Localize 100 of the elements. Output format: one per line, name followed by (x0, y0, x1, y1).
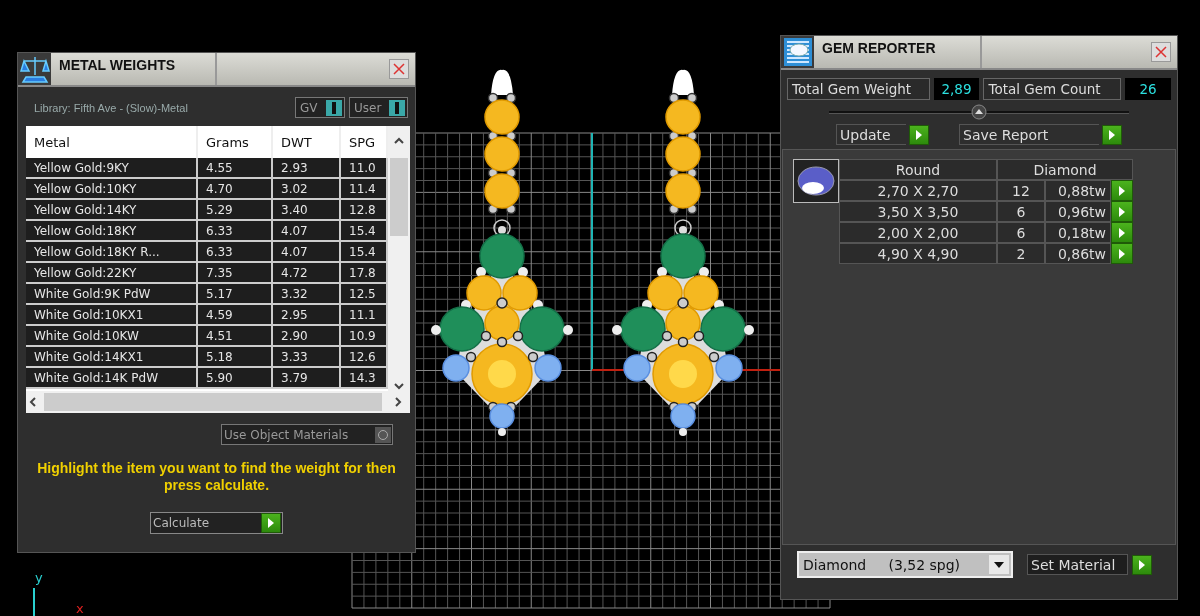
table-cell: 10.9 (341, 326, 388, 347)
table-cell: 6 (997, 222, 1045, 243)
table-cell: 14.3 (341, 368, 388, 389)
table-cell: 3,50 X 3,50 (839, 201, 997, 222)
switch-icon (389, 99, 405, 116)
table-cell: White Gold:14K PdW (26, 368, 198, 389)
table-cell: White Gold:10KW (26, 326, 198, 347)
table-cell: 0,18tw (1045, 222, 1111, 243)
table-cell: 4.51 (198, 326, 273, 347)
play-icon (915, 129, 923, 140)
column-header: Round (839, 159, 997, 180)
table-cell: 7.35 (198, 263, 273, 284)
table-cell: 2.90 (273, 326, 341, 347)
play-icon (1138, 559, 1146, 570)
table-cell: White Gold:9K PdW (26, 284, 198, 305)
table-cell: 4.70 (198, 179, 273, 200)
table-cell: 12.8 (341, 200, 388, 221)
report-icon (783, 38, 812, 66)
play-icon (1108, 129, 1116, 140)
axis-label: x (76, 601, 84, 616)
close-button[interactable] (389, 59, 409, 79)
library-label: Library: Fifth Ave - (Slow)-Metal (34, 101, 188, 114)
table-cell: 5.17 (198, 284, 273, 305)
table-cell: Yellow Gold:18KY (26, 221, 198, 242)
table-cell: 6.33 (198, 242, 273, 263)
table-cell: 12.6 (341, 347, 388, 368)
table-cell: 2 (997, 243, 1045, 264)
play-icon (1118, 185, 1126, 196)
table-cell: Yellow Gold:9KY (26, 158, 198, 179)
table-cell: 4.07 (273, 242, 341, 263)
row-arrow-button[interactable] (1111, 222, 1133, 243)
table-cell: 4.55 (198, 158, 273, 179)
table-cell: 0,96tw (1045, 201, 1111, 222)
table-cell: 2,70 X 2,70 (839, 180, 997, 201)
table-cell: 3.02 (273, 179, 341, 200)
table-cell: 12 (997, 180, 1045, 201)
table-cell: 12.5 (341, 284, 388, 305)
user-toggle[interactable]: User (349, 97, 408, 118)
table-cell: 3.40 (273, 200, 341, 221)
total-weight-label: Total Gem Weight (787, 78, 930, 100)
table-cell: Yellow Gold:14KY (26, 200, 198, 221)
table-cell: 11.4 (341, 179, 388, 200)
chevron-down-icon (393, 381, 405, 391)
close-icon (1155, 46, 1167, 58)
calculate-button[interactable]: Calculate (150, 512, 283, 534)
switch-icon (375, 426, 391, 443)
table-cell: 6 (997, 201, 1045, 222)
total-count-value: 26 (1125, 78, 1171, 100)
axis-line (33, 587, 35, 616)
gv-toggle[interactable]: GV (295, 97, 345, 118)
close-icon (393, 63, 405, 75)
vertical-scrollbar[interactable] (388, 126, 410, 391)
table-cell: 2,00 X 2,00 (839, 222, 997, 243)
table-cell: 5.90 (198, 368, 273, 389)
scale-icon (19, 55, 50, 83)
table-cell: 5.18 (198, 347, 273, 368)
table-cell: 0,88tw (1045, 180, 1111, 201)
horizontal-scrollbar[interactable] (26, 391, 410, 413)
instruction-text: Highlight the item you want to find the weight for then press calculate. (36, 460, 397, 494)
table-cell: White Gold:10KX1 (26, 305, 198, 326)
table-cell: 15.4 (341, 242, 388, 263)
row-arrow-button[interactable] (1111, 201, 1133, 222)
use-object-materials-toggle[interactable]: Use Object Materials (221, 424, 393, 445)
dropdown-caret-icon (994, 561, 1004, 568)
row-arrow-button[interactable] (1111, 243, 1133, 264)
chevron-right-icon (394, 396, 402, 408)
total-weight-value: 2,89 (933, 78, 980, 100)
table-cell: 2.93 (273, 158, 341, 179)
table-cell: 4,90 X 4,90 (839, 243, 997, 264)
table-cell: 4.72 (273, 263, 341, 284)
table-cell: 4.07 (273, 221, 341, 242)
table-cell: 4.59 (198, 305, 273, 326)
scrollbar-thumb[interactable] (44, 393, 382, 411)
scrollbar-thumb[interactable] (390, 158, 408, 236)
play-icon (267, 518, 275, 528)
switch-icon (326, 99, 342, 116)
table-cell: 2.95 (273, 305, 341, 326)
total-count-label: Total Gem Count (983, 78, 1122, 100)
close-button[interactable] (1151, 42, 1171, 62)
table-cell: 3.32 (273, 284, 341, 305)
table-cell: Yellow Gold:18KY R... (26, 242, 198, 263)
splitter-handle[interactable] (971, 104, 987, 120)
table-cell: White Gold:14KX1 (26, 347, 198, 368)
table-cell: Yellow Gold:22KY (26, 263, 198, 284)
table-cell: Yellow Gold:10KY (26, 179, 198, 200)
axis-label: y (35, 570, 43, 585)
play-icon (1118, 248, 1126, 259)
table-cell: 15.4 (341, 221, 388, 242)
table-cell: 3.33 (273, 347, 341, 368)
table-cell: 3.79 (273, 368, 341, 389)
table-cell: 17.8 (341, 263, 388, 284)
row-arrow-button[interactable] (1111, 180, 1133, 201)
play-icon (1118, 227, 1126, 238)
chevron-up-icon (393, 136, 405, 146)
table-cell: 6.33 (198, 221, 273, 242)
material-dropdown[interactable]: Diamond (3,52 spg) (797, 551, 1013, 578)
table-cell: 11.1 (341, 305, 388, 326)
play-icon (1118, 206, 1126, 217)
window-title: METAL WEIGHTS (51, 53, 217, 85)
table-cell: 5.29 (198, 200, 273, 221)
